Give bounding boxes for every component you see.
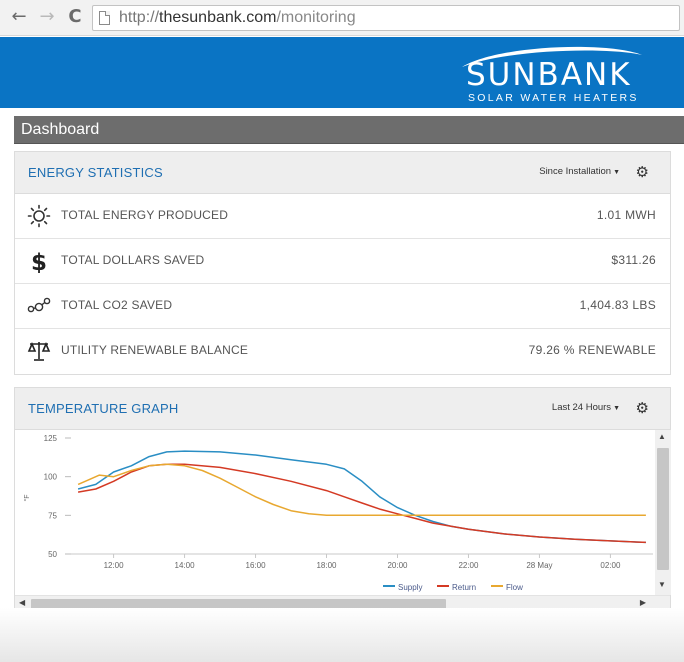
- stat-row-co2: TOTAL CO2 SAVED 1,404.83 LBS: [15, 284, 670, 329]
- temperature-range-label: Last 24 Hours: [551, 402, 612, 413]
- url-text[interactable]: http://thesunbank.com/monitoring: [119, 9, 356, 27]
- y-tick-label: 125: [44, 434, 58, 443]
- browser-toolbar: ← → C http://thesunbank.com/monitoring: [0, 0, 684, 36]
- address-bar[interactable]: http://thesunbank.com/monitoring: [92, 5, 680, 31]
- temperature-settings-gear-icon[interactable]: ⚙: [636, 399, 649, 417]
- stat-label-dollars: TOTAL DOLLARS SAVED: [61, 253, 205, 267]
- reload-button[interactable]: C: [64, 6, 86, 28]
- back-button[interactable]: ←: [8, 6, 30, 28]
- energy-range-dropdown[interactable]: Since Installation ▼: [539, 166, 620, 177]
- scroll-left-icon[interactable]: ◀: [19, 598, 25, 607]
- stat-label-energy: TOTAL ENERGY PRODUCED: [61, 208, 229, 222]
- caret-down-icon: ▼: [613, 405, 620, 412]
- sunbank-logo[interactable]: SUNBANK SOLAR WATER HEATERS: [458, 43, 648, 104]
- energy-panel-header: ENERGY STATISTICS Since Installation ▼ ⚙: [15, 152, 670, 194]
- molecule-icon: [27, 297, 51, 313]
- x-tick-label: 14:00: [175, 561, 196, 570]
- x-tick-label: 20:00: [387, 561, 408, 570]
- brand-tagline: SOLAR WATER HEATERS: [468, 92, 639, 104]
- dashboard-title-bar: Dashboard: [14, 116, 684, 144]
- page-title: Dashboard: [21, 121, 100, 138]
- stat-value-renewable: 79.26 % RENEWABLE: [528, 343, 656, 357]
- y-tick-label: 75: [48, 511, 57, 520]
- forward-button[interactable]: →: [36, 6, 58, 28]
- legend-label-flow: Flow: [506, 583, 523, 592]
- dollar-icon: $: [31, 250, 47, 273]
- temperature-chart: 125 100 75 50 °F 12:00 14:00 16:00 18:00 20:00 22:…: [23, 434, 653, 592]
- graph-area: 125 100 75 50 °F 12:00 14:00 16:00 18:00 20:00 22:…: [15, 430, 671, 595]
- vertical-scrollbar[interactable]: ▲ ▼: [655, 430, 671, 595]
- url-path: /monitoring: [276, 9, 356, 26]
- y-tick-label: 50: [48, 550, 57, 559]
- x-tick-label: 28 May: [526, 561, 552, 570]
- stat-label-co2: TOTAL CO2 SAVED: [61, 298, 173, 312]
- stat-value-energy: 1.01 MWH: [596, 208, 656, 222]
- scroll-up-icon[interactable]: ▲: [658, 432, 666, 441]
- energy-range-label: Since Installation: [539, 166, 612, 177]
- url-host: thesunbank.com: [159, 9, 277, 26]
- x-tick-label: 18:00: [316, 561, 337, 570]
- scale-icon: [27, 341, 51, 361]
- y-axis-label: °F: [23, 494, 31, 501]
- brand-name: SUNBANK: [466, 57, 632, 93]
- page-footer-fade: [0, 608, 684, 662]
- temperature-graph-panel: TEMPERATURE GRAPH Last 24 Hours ▼ ⚙ 125 10…: [14, 387, 671, 611]
- vertical-scroll-thumb[interactable]: [657, 448, 669, 570]
- x-tick-label: 22:00: [458, 561, 479, 570]
- stat-row-renewable: UTILITY RENEWABLE BALANCE 79.26 % RENEWA…: [15, 329, 670, 374]
- y-tick-label: 100: [44, 473, 58, 482]
- scroll-down-icon[interactable]: ▼: [658, 580, 666, 589]
- energy-panel-title: ENERGY STATISTICS: [28, 165, 163, 180]
- page-icon: [99, 11, 110, 25]
- svg-text:$: $: [31, 250, 47, 273]
- series-line-return: [77, 463, 646, 544]
- url-scheme: http://: [119, 9, 160, 26]
- scroll-right-icon[interactable]: ▶: [640, 598, 646, 607]
- stat-value-dollars: $311.26: [611, 253, 656, 267]
- x-tick-label: 12:00: [104, 561, 125, 570]
- series-line-flow: [77, 463, 646, 517]
- x-tick-label: 02:00: [600, 561, 621, 570]
- stat-row-dollars: $ TOTAL DOLLARS SAVED $311.26: [15, 239, 670, 284]
- temperature-panel-header: TEMPERATURE GRAPH Last 24 Hours ▼ ⚙: [15, 388, 670, 430]
- caret-down-icon: ▼: [613, 169, 620, 176]
- energy-settings-gear-icon[interactable]: ⚙: [636, 163, 649, 181]
- temperature-range-dropdown[interactable]: Last 24 Hours ▼: [552, 402, 620, 413]
- sun-icon: [27, 204, 51, 228]
- stat-value-co2: 1,404.83 LBS: [579, 298, 656, 312]
- legend-label-return: Return: [452, 583, 476, 592]
- temperature-panel-title: TEMPERATURE GRAPH: [28, 401, 179, 416]
- stat-row-energy: TOTAL ENERGY PRODUCED 1.01 MWH: [15, 194, 670, 239]
- stat-label-renewable: UTILITY RENEWABLE BALANCE: [61, 343, 249, 357]
- legend-label-supply: Supply: [398, 583, 422, 592]
- x-tick-label: 16:00: [246, 561, 267, 570]
- energy-statistics-panel: ENERGY STATISTICS Since Installation ▼ ⚙ …: [14, 151, 671, 375]
- site-header: SUNBANK SOLAR WATER HEATERS: [0, 37, 684, 108]
